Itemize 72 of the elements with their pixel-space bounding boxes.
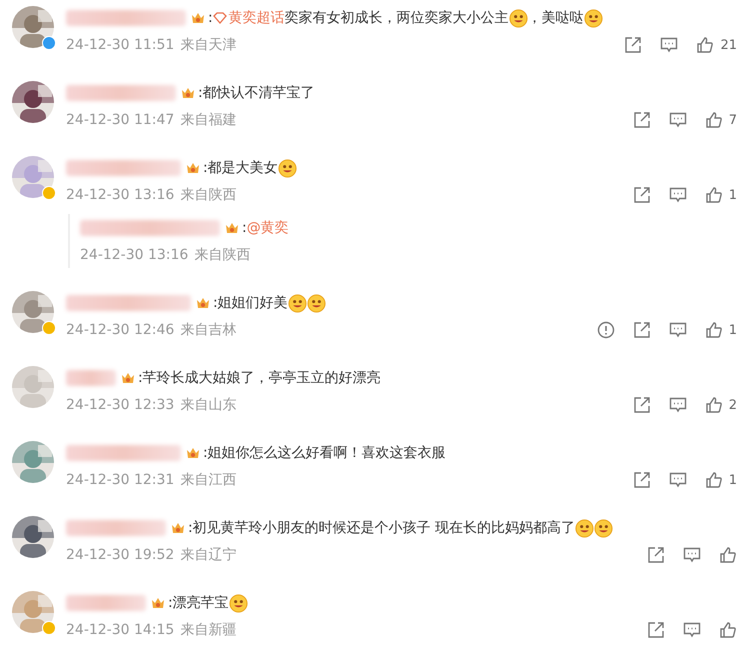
comment-icon[interactable] xyxy=(668,111,687,129)
like-icon[interactable] xyxy=(719,546,737,564)
comment-icon[interactable] xyxy=(668,186,687,204)
like-count: 21 xyxy=(720,38,737,52)
comment-icon[interactable] xyxy=(668,471,687,489)
topic-link[interactable]: 黄奕超话 xyxy=(212,9,285,27)
like-icon[interactable] xyxy=(704,321,723,339)
comment-date: 24-12-30 14:15 xyxy=(66,622,174,638)
comment-text: ，美哒哒 xyxy=(528,9,584,27)
comment-text: :都快认不清芊宝了 xyxy=(198,84,315,102)
share-icon[interactable] xyxy=(624,36,642,54)
comment-icon[interactable] xyxy=(668,396,687,414)
blurred-name xyxy=(66,370,116,386)
comment-location: 来自福建 xyxy=(180,111,236,129)
like-count: 1 xyxy=(728,322,737,338)
comment-date: 24-12-30 19:52 xyxy=(66,547,174,563)
share-icon[interactable] xyxy=(632,111,651,129)
report-icon[interactable] xyxy=(596,321,615,339)
emoji-icon xyxy=(575,518,594,538)
comment-text: :姐姐们好美 xyxy=(213,294,288,312)
emoji-icon xyxy=(278,158,297,178)
comment-icon[interactable] xyxy=(660,36,678,54)
like-count: 2 xyxy=(728,398,737,412)
like-icon[interactable] xyxy=(704,471,723,489)
comment-date: 24-12-30 12:33 xyxy=(66,397,174,413)
emoji-icon xyxy=(306,294,326,312)
comment-location: 来自辽宁 xyxy=(180,546,236,564)
share-icon[interactable] xyxy=(647,621,665,639)
comment-text: :初见黄芊玲小朋友的时候还是个小孩子 现在长的比妈妈都高了 xyxy=(188,519,576,537)
comment-date: 24-12-30 11:51 xyxy=(66,37,174,53)
comment-date: 24-12-30 13:16 xyxy=(80,247,188,263)
comment-text: 奕家有女初成长，两位奕家大小公主 xyxy=(284,9,509,27)
comment-location: 来自陕西 xyxy=(194,246,250,264)
share-icon[interactable] xyxy=(632,186,651,204)
comment-icon[interactable] xyxy=(683,621,701,639)
comment-location: 来自山东 xyxy=(180,396,236,414)
like-count: 1 xyxy=(728,188,737,202)
like-icon[interactable] xyxy=(704,186,723,204)
comment-text: :漂亮芊宝 xyxy=(168,594,229,612)
comment-location: 来自陕西 xyxy=(180,186,236,204)
comment-text: :芊玲长成大姑娘了，亭亭玉立的好漂亮 xyxy=(138,369,381,387)
comment-icon[interactable] xyxy=(668,321,687,339)
share-icon[interactable] xyxy=(632,471,651,489)
emoji-icon xyxy=(584,8,603,28)
like-count: 1 xyxy=(728,472,737,488)
like-count: 7 xyxy=(728,112,737,128)
share-icon[interactable] xyxy=(632,396,651,414)
mention-link[interactable]: @黄奕 xyxy=(246,219,289,237)
comment-date: 24-12-30 11:47 xyxy=(66,112,174,128)
comment-text: :都是大美女 xyxy=(203,159,278,177)
comment-location: 来自新疆 xyxy=(180,621,236,639)
emoji-icon xyxy=(288,294,307,312)
share-icon[interactable] xyxy=(632,321,651,339)
like-icon[interactable] xyxy=(719,621,737,639)
emoji-icon xyxy=(594,518,614,538)
comment-location: 来自江西 xyxy=(180,471,236,489)
emoji-icon xyxy=(228,594,248,612)
like-icon[interactable] xyxy=(696,36,714,54)
comment-date: 24-12-30 12:31 xyxy=(66,472,174,488)
comment-text: : xyxy=(208,10,213,26)
diamond-icon xyxy=(212,12,227,24)
comment-location: 来自吉林 xyxy=(180,321,236,339)
comment-date: 24-12-30 12:46 xyxy=(66,322,174,338)
comment-location: 来自天津 xyxy=(180,36,236,54)
like-icon[interactable] xyxy=(704,111,723,129)
share-icon[interactable] xyxy=(647,546,665,564)
like-icon[interactable] xyxy=(704,396,723,414)
comment-text: : xyxy=(242,220,247,236)
comment-icon[interactable] xyxy=(683,546,701,564)
comment-text: :姐姐你怎么这么好看啊！喜欢这套衣服 xyxy=(203,444,446,462)
comment-date: 24-12-30 13:16 xyxy=(66,187,174,203)
emoji-icon xyxy=(508,8,528,28)
